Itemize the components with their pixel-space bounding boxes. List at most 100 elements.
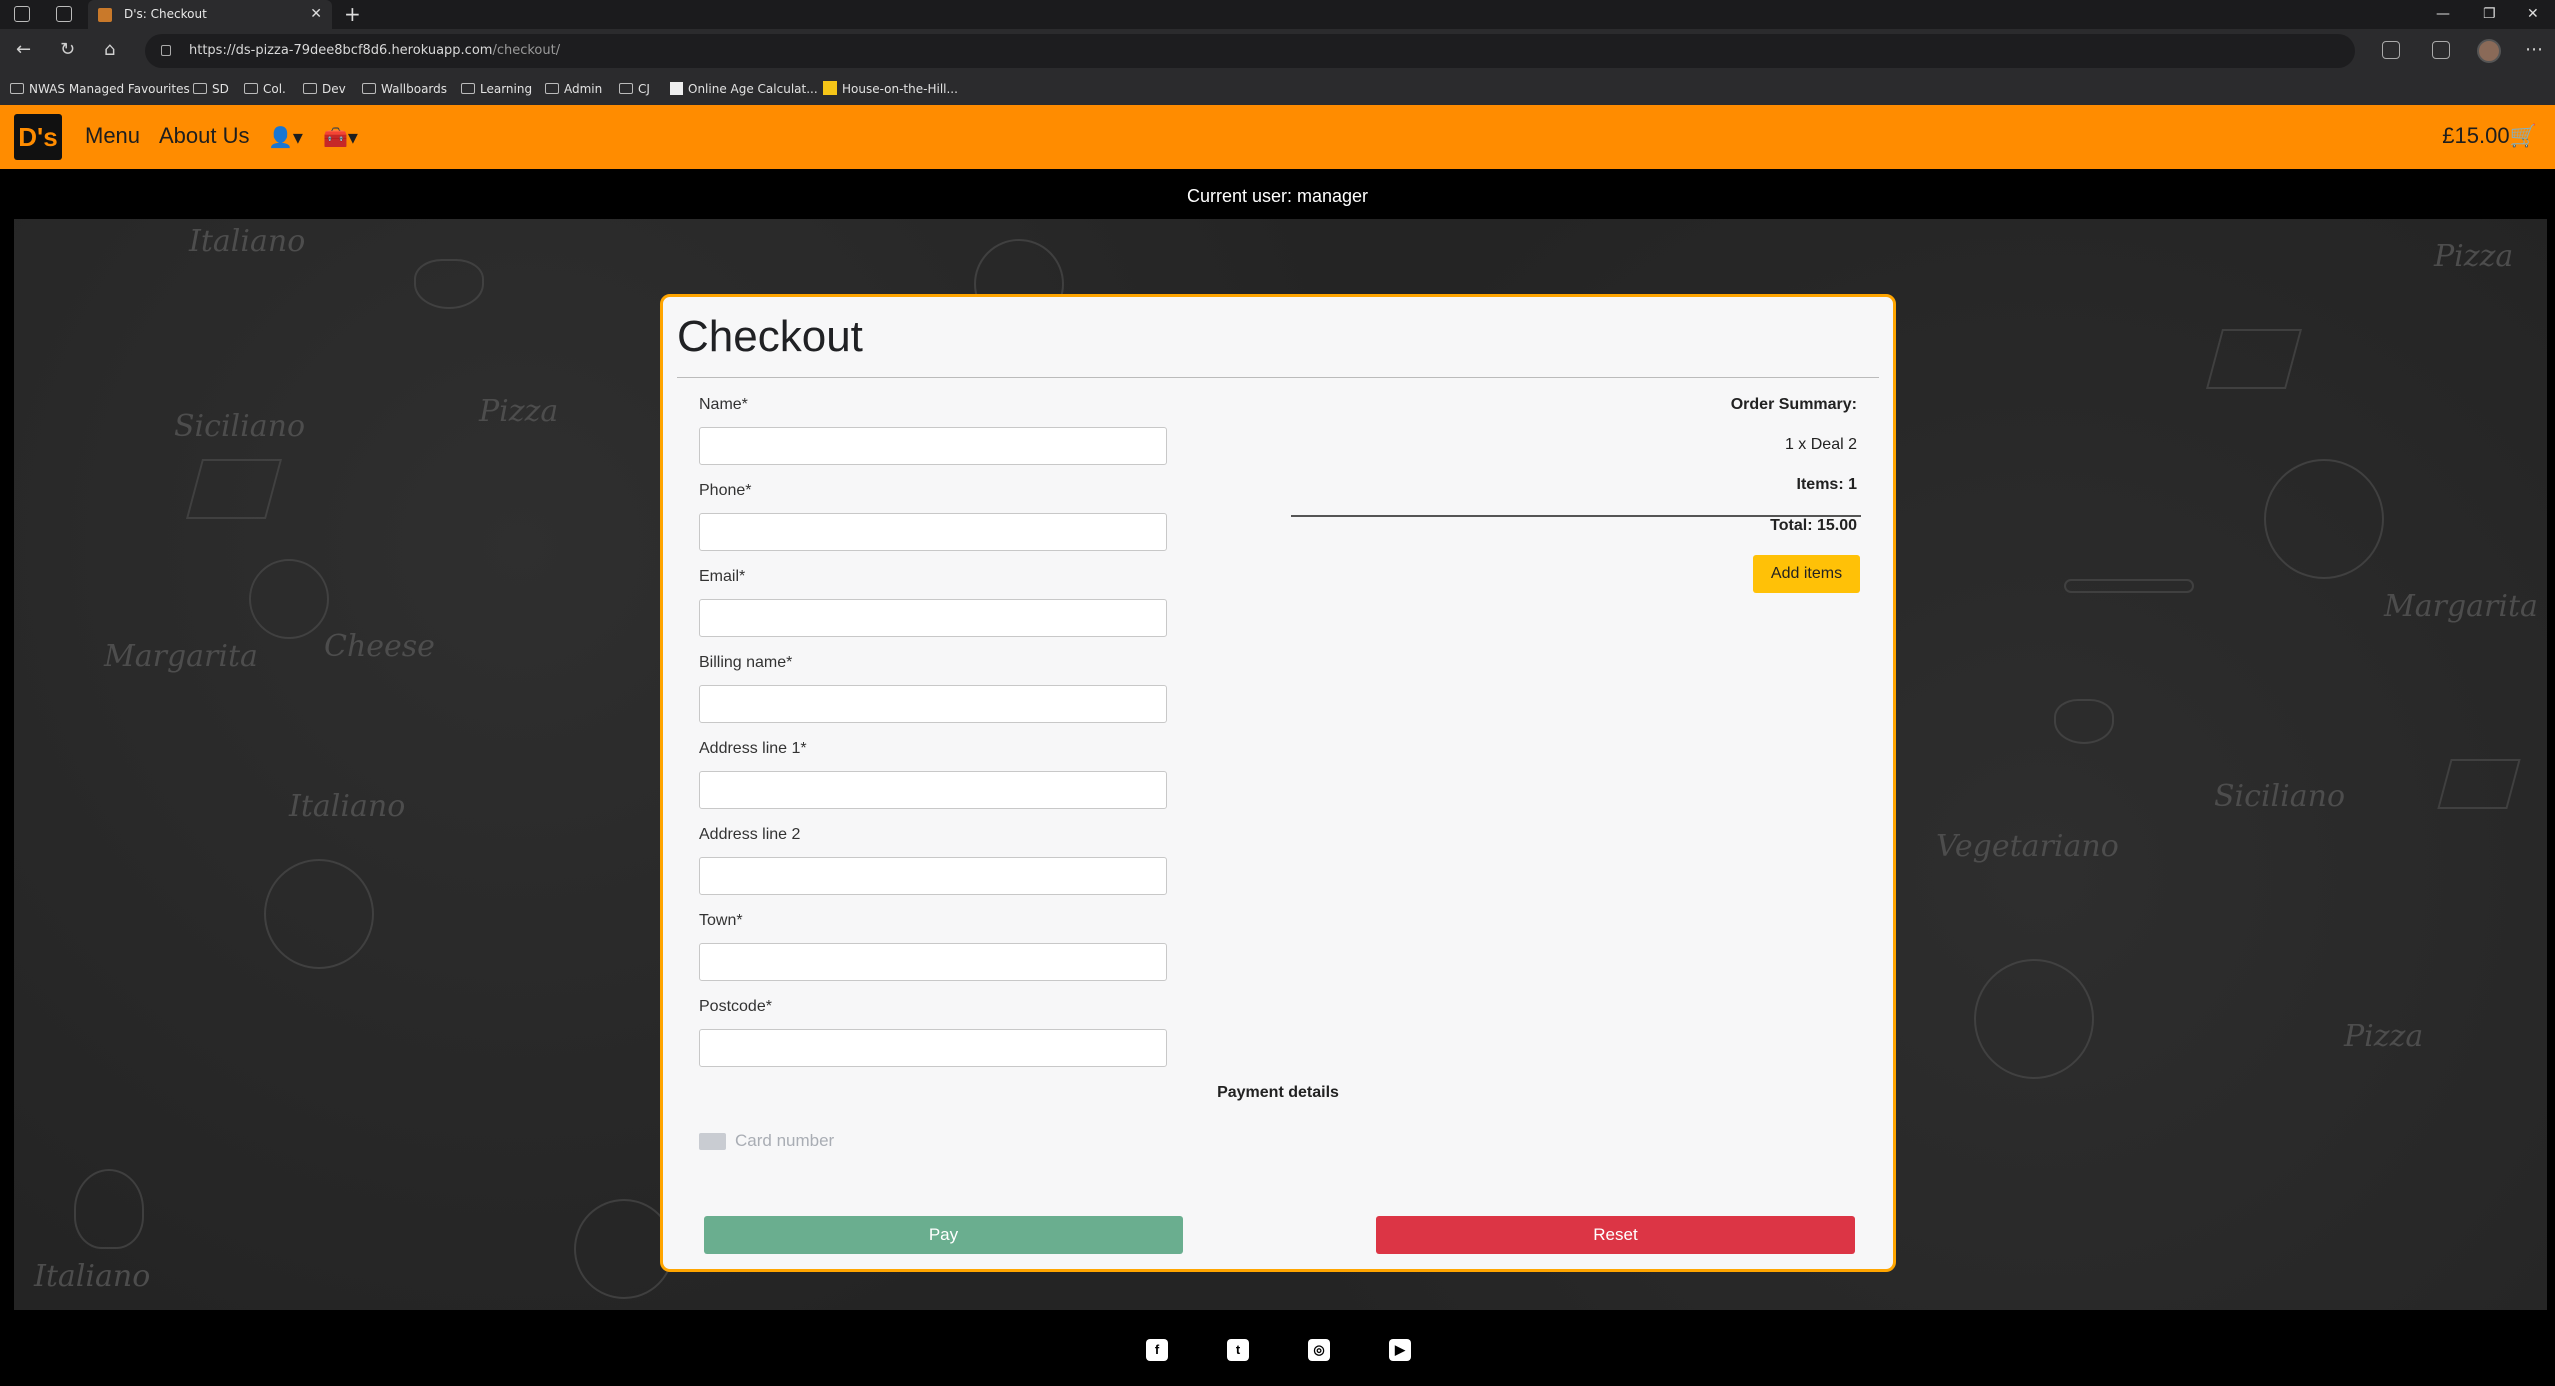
phone-label: Phone* <box>699 482 752 499</box>
address-line-1-label: Address line 1* <box>699 740 807 757</box>
user-dropdown-icon[interactable]: 👤▾ <box>268 125 303 149</box>
bookmark-item[interactable]: Learning <box>461 73 532 105</box>
background-word: Pizza <box>2344 1019 2424 1054</box>
background-word: Cheese <box>324 629 435 664</box>
background-word: Pizza <box>2434 239 2514 274</box>
bookmark-item[interactable]: SD <box>193 73 229 105</box>
reset-button[interactable]: Reset <box>1376 1216 1855 1254</box>
order-total: Total: 15.00 <box>1770 517 1857 534</box>
bookmark-item[interactable]: Admin <box>545 73 602 105</box>
favorites-icon[interactable] <box>2432 41 2450 59</box>
phone-field[interactable] <box>699 513 1167 551</box>
close-tab-icon[interactable]: ✕ <box>310 0 322 29</box>
billing-name-field[interactable] <box>699 685 1167 723</box>
folder-icon <box>461 83 475 94</box>
nav-about-link[interactable]: About Us <box>159 123 250 149</box>
background-word: Italiano <box>189 224 306 259</box>
pizza-doodle-icon <box>2264 459 2384 579</box>
folder-icon <box>545 83 559 94</box>
site-logo[interactable]: D's <box>14 114 62 160</box>
background-word: Siciliano <box>2214 779 2346 814</box>
cheese-doodle-icon <box>185 459 283 519</box>
cart-total[interactable]: £15.00🛒 <box>2442 123 2537 149</box>
background-word: Margarita <box>2384 589 2538 624</box>
cart-icon: 🛒 <box>2509 123 2537 148</box>
town-label: Town* <box>699 912 743 929</box>
payment-details-heading: Payment details <box>1217 1084 1339 1101</box>
bookmark-item[interactable]: Dev <box>303 73 346 105</box>
card-number-input[interactable]: Card number <box>735 1131 834 1151</box>
instagram-icon[interactable]: ◎ <box>1308 1339 1330 1361</box>
youtube-icon[interactable]: ▶ <box>1389 1339 1411 1361</box>
folder-icon <box>193 83 207 94</box>
order-line-item: 1 x Deal 2 <box>1784 436 1857 453</box>
town-field[interactable] <box>699 943 1167 981</box>
bookmark-item[interactable]: Col. <box>244 73 286 105</box>
pizza-doodle-icon <box>574 1199 674 1299</box>
browser-chrome: D's: Checkout ✕ + — ❐ ✕ ← ↻ ⌂ https://ds… <box>0 0 2555 105</box>
pay-button[interactable]: Pay <box>704 1216 1183 1254</box>
address-bar[interactable]: https://ds-pizza-79dee8bcf8d6.herokuapp.… <box>145 34 2355 68</box>
cart-total-value: £15.00 <box>2442 123 2510 148</box>
address-line-2-field[interactable] <box>699 857 1167 895</box>
billing-name-label: Billing name* <box>699 654 793 671</box>
add-items-button[interactable]: Add items <box>1753 555 1860 593</box>
email-field[interactable] <box>699 599 1167 637</box>
postcode-field[interactable] <box>699 1029 1167 1067</box>
back-icon[interactable]: ← <box>16 39 31 60</box>
bookmarks-bar: NWAS Managed Favourites SD Col. Dev Wall… <box>0 73 2555 105</box>
profile-avatar[interactable] <box>2477 39 2501 63</box>
tab-bar: D's: Checkout ✕ + — ❐ ✕ <box>0 0 2555 29</box>
toolbox-dropdown-icon[interactable]: 🧰▾ <box>323 125 358 149</box>
credit-card-icon <box>699 1133 726 1150</box>
close-window-icon[interactable]: ✕ <box>2527 0 2539 29</box>
more-menu-icon[interactable]: ⋯ <box>2525 39 2543 60</box>
warning-icon <box>823 81 837 95</box>
site-favicon-icon <box>98 8 112 22</box>
name-label: Name* <box>699 396 748 413</box>
page-icon <box>670 82 683 95</box>
browser-tab[interactable]: D's: Checkout ✕ <box>88 0 332 29</box>
twitter-icon[interactable]: t <box>1227 1339 1249 1361</box>
address-row: ← ↻ ⌂ https://ds-pizza-79dee8bcf8d6.hero… <box>0 29 2555 73</box>
email-label: Email* <box>699 568 746 585</box>
folder-icon <box>619 83 633 94</box>
bookmark-item[interactable]: CJ <box>619 73 650 105</box>
background-word: Siciliano <box>174 409 306 444</box>
pizza-doodle-icon <box>264 859 374 969</box>
address-line-1-field[interactable] <box>699 771 1167 809</box>
refresh-icon[interactable]: ↻ <box>60 39 75 60</box>
onion-doodle-icon <box>74 1169 144 1249</box>
folder-icon <box>362 83 376 94</box>
checkout-card: Checkout Name* Phone* Email* Billing nam… <box>660 294 1896 1272</box>
name-field[interactable] <box>699 427 1167 465</box>
bookmark-item[interactable]: Wallboards <box>362 73 447 105</box>
bookmark-item[interactable]: House-on-the-Hill... <box>823 73 958 105</box>
folder-icon <box>10 83 24 94</box>
address-line-2-label: Address line 2 <box>699 826 801 843</box>
site-footer: f t ◎ ▶ <box>0 1310 2555 1386</box>
bookmark-item[interactable]: Online Age Calculat... <box>670 73 818 105</box>
order-summary-heading: Order Summary: <box>1730 396 1857 413</box>
title-divider <box>677 377 1879 378</box>
cheese-doodle-icon <box>2437 759 2521 809</box>
restore-icon[interactable]: ❐ <box>2483 0 2496 29</box>
background-word: Italiano <box>289 789 406 824</box>
tab-title: D's: Checkout <box>124 7 207 21</box>
background-word: Italiano <box>34 1259 151 1294</box>
bookmark-item[interactable]: NWAS Managed Favourites <box>10 73 190 105</box>
tomato-doodle-icon <box>2054 699 2114 744</box>
facebook-icon[interactable]: f <box>1146 1339 1168 1361</box>
workspaces-icon[interactable] <box>14 6 30 22</box>
home-icon[interactable]: ⌂ <box>104 39 115 60</box>
url-path: /checkout/ <box>492 43 561 58</box>
tomato-doodle-icon <box>414 259 484 309</box>
extensions-icon[interactable] <box>2382 41 2400 59</box>
minimize-icon[interactable]: — <box>2436 0 2450 29</box>
new-tab-icon[interactable]: + <box>344 0 361 29</box>
background-word: Pizza <box>479 394 559 429</box>
tab-actions-icon[interactable] <box>56 6 72 22</box>
page-title: Checkout <box>677 312 863 361</box>
nav-menu-link[interactable]: Menu <box>85 123 140 149</box>
current-user-bar: Current user: manager <box>0 169 2555 219</box>
